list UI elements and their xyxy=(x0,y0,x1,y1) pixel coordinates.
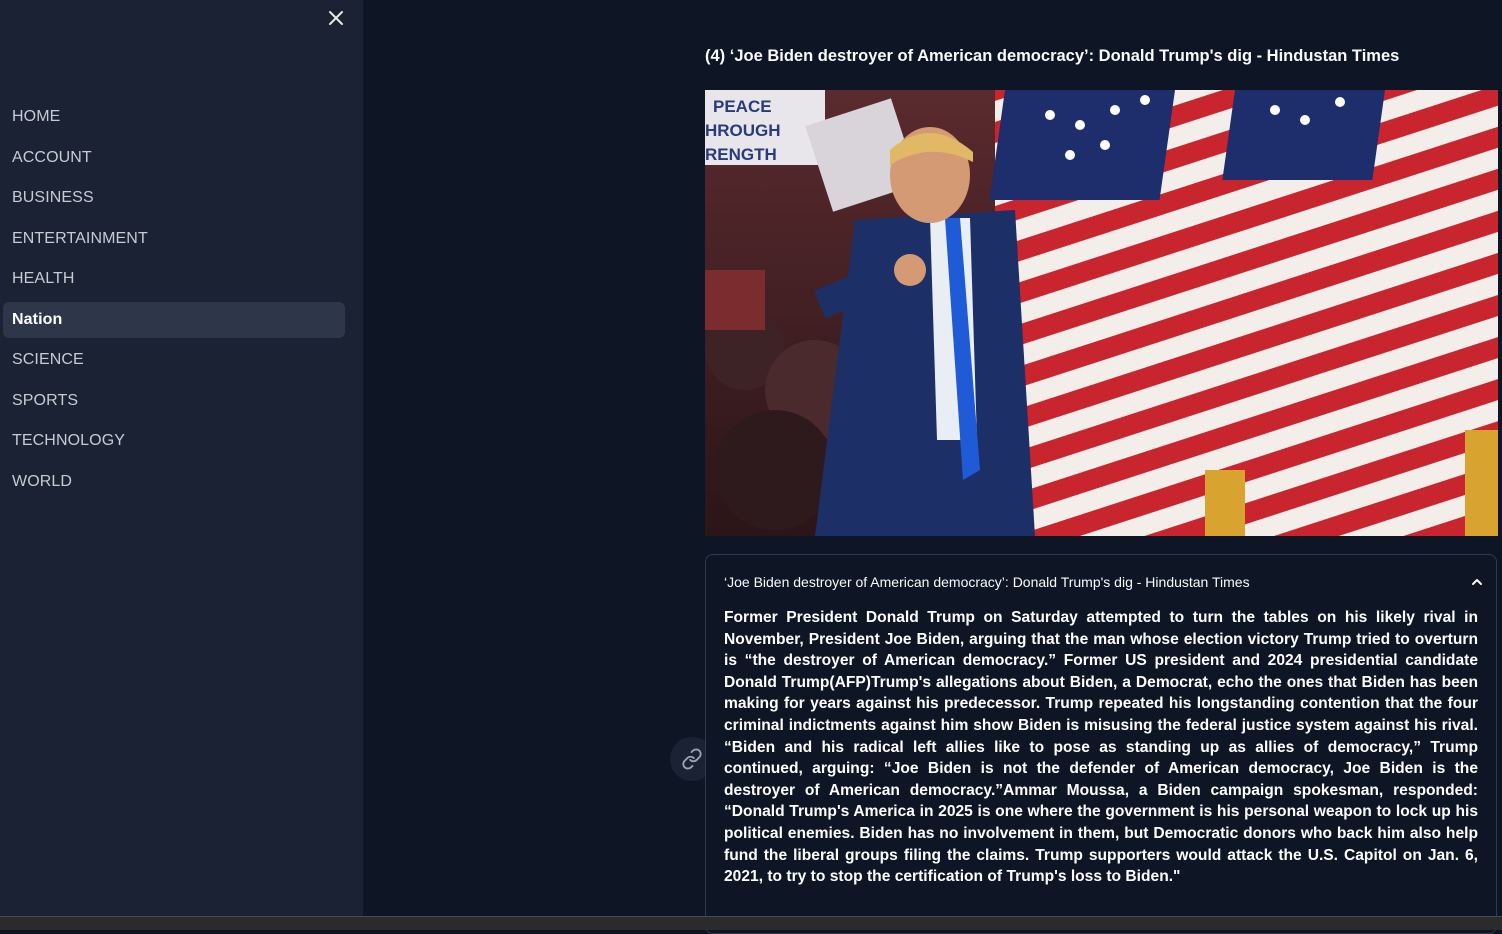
link-icon xyxy=(682,748,702,770)
article-body: Former President Donald Trump on Saturda… xyxy=(724,609,1478,886)
article-title: (4) ‘Joe Biden destroyer of American dem… xyxy=(705,47,1400,65)
sidebar-item-label: WORLD xyxy=(12,472,73,490)
sidebar-item-technology[interactable]: TECHNOLOGY xyxy=(3,423,345,459)
close-icon xyxy=(329,11,343,25)
sidebar-item-home[interactable]: HOME xyxy=(3,99,345,135)
sidebar-item-world[interactable]: WORLD xyxy=(3,464,345,500)
sidebar-item-nation[interactable]: Nation xyxy=(3,301,345,338)
article-expander: ‘Joe Biden destroyer of American democra… xyxy=(705,554,1497,934)
sidebar-item-account[interactable]: ACCOUNT xyxy=(3,140,345,176)
sidebar-item-entertainment[interactable]: ENTERTAINMENT xyxy=(3,221,345,257)
article-image-illustration: PEACE HROUGH RENGTH xyxy=(705,90,1498,536)
sidebar-item-label: TECHNOLOGY xyxy=(12,432,126,449)
close-sidebar-button[interactable] xyxy=(322,4,350,32)
sidebar-item-label: HEALTH xyxy=(12,270,75,287)
sidebar-item-label: SPORTS xyxy=(12,391,79,409)
article-image: PEACE HROUGH RENGTH xyxy=(705,90,1498,536)
sidebar: HOME ACCOUNT BUSINESS ENTERTAINMENT HEAL… xyxy=(0,0,363,916)
sidebar-item-label: ACCOUNT xyxy=(12,148,92,166)
sign-line: RENGTH xyxy=(705,145,777,164)
sidebar-item-business[interactable]: BUSINESS xyxy=(3,180,345,216)
sidebar-item-label: ENTERTAINMENT xyxy=(12,229,148,247)
sign-line: HROUGH xyxy=(705,121,781,140)
expander-header[interactable]: ‘Joe Biden destroyer of American democra… xyxy=(724,572,1484,592)
sidebar-item-health[interactable]: HEALTH xyxy=(3,261,345,297)
expander-title: ‘Joe Biden destroyer of American democra… xyxy=(724,574,1250,590)
sidebar-item-sports[interactable]: SPORTS xyxy=(3,383,345,419)
sidebar-item-label: HOME xyxy=(12,108,61,125)
bottom-bar xyxy=(0,916,1502,930)
chevron-up-icon[interactable] xyxy=(1470,575,1484,589)
sign-line: PEACE xyxy=(713,97,772,116)
main-content: (4) ‘Joe Biden destroyer of American dem… xyxy=(363,0,1502,934)
sidebar-item-label: BUSINESS xyxy=(12,189,94,206)
sidebar-nav: HOME ACCOUNT BUSINESS ENTERTAINMENT HEAL… xyxy=(3,99,345,504)
sidebar-item-label: SCIENCE xyxy=(12,351,84,368)
sidebar-item-label: Nation xyxy=(12,310,63,328)
sidebar-item-science[interactable]: SCIENCE xyxy=(3,342,345,378)
